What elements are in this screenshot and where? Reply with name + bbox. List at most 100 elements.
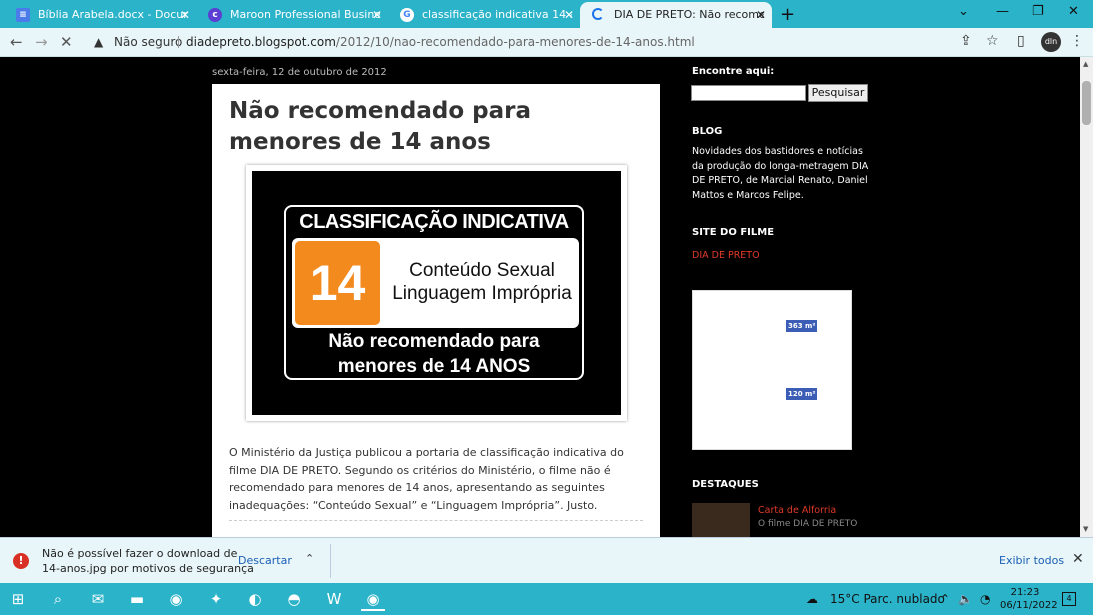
- tab-biblia-arabela[interactable]: ≡ Bíblia Arabela.docx - Documento ✕: [4, 2, 196, 28]
- clock-date: 06/11/2022: [1000, 600, 1058, 611]
- featured-heading: DESTAQUES: [692, 479, 759, 490]
- post-date: sexta-feira, 12 de outubro de 2012: [212, 67, 387, 78]
- side-panel-icon[interactable]: ▯: [1017, 33, 1025, 49]
- chrome-icon[interactable]: ◉: [164, 587, 188, 611]
- page-content: sexta-feira, 12 de outubro de 2012 Não r…: [0, 57, 1080, 537]
- back-icon[interactable]: ←: [10, 33, 23, 51]
- badge-footer: Não recomendado para: [328, 331, 540, 352]
- menu-kebab-icon[interactable]: ⋮: [1070, 33, 1084, 49]
- chevron-up-icon[interactable]: ⌃: [940, 583, 950, 615]
- close-icon[interactable]: ✕: [756, 2, 766, 28]
- profile-avatar[interactable]: dln: [1041, 32, 1061, 52]
- site-heading: SITE DO FILME: [692, 227, 775, 238]
- show-all-button[interactable]: Exibir todos: [999, 554, 1064, 567]
- featured-thumbnail[interactable]: [692, 503, 750, 537]
- download-message-line: 14-anos.jpg por motivos de segurança: [42, 562, 254, 575]
- download-message[interactable]: Não é possível fazer o download de 14-an…: [42, 546, 254, 576]
- blog-description: Novidades dos bastidores e notícias da p…: [692, 146, 869, 201]
- tab-classificacao[interactable]: G classificação indicativa 14 anos - ✕: [388, 2, 580, 28]
- tab-dia-de-preto[interactable]: DIA DE PRETO: Não recomendado ✕: [580, 2, 772, 28]
- post-body: O Ministério da Justiça publicou a porta…: [229, 446, 624, 512]
- download-message-line: Não é possível fazer o download de: [42, 547, 238, 560]
- close-icon[interactable]: ✕: [564, 2, 574, 28]
- weather-icon[interactable]: ☁: [806, 583, 818, 615]
- tab-strip: ≡ Bíblia Arabela.docx - Documento ✕ c Ma…: [0, 0, 1093, 28]
- search-input[interactable]: [691, 85, 806, 101]
- forward-icon[interactable]: →: [35, 33, 48, 51]
- tab-title: Bíblia Arabela.docx - Documento: [38, 8, 188, 21]
- file-explorer-icon[interactable]: ▬: [125, 587, 149, 611]
- content-descriptor: Conteúdo Sexual: [409, 260, 555, 281]
- new-tab-button[interactable]: +: [780, 4, 795, 25]
- notification-icon[interactable]: 4: [1062, 592, 1076, 606]
- featured-post-title[interactable]: Carta de Alforria: [758, 505, 836, 516]
- restore-button[interactable]: ❐: [1032, 4, 1044, 19]
- post-title[interactable]: Não recomendado para menores de 14 anos: [229, 96, 649, 158]
- url-path: /2012/10/nao-recomendado-para-menores-de…: [335, 35, 695, 49]
- map-widget[interactable]: 363 m² 120 m²: [692, 290, 852, 450]
- chrome-active-icon[interactable]: ◉: [361, 587, 385, 611]
- taskbar: ⊞ ⌕ ✉ ▬ ◉ ✦ ◐ ◓ W ◉ ☁ 15°C Parc. nublado…: [0, 583, 1093, 615]
- search-button[interactable]: Pesquisar: [808, 84, 868, 102]
- close-window-button[interactable]: ✕: [1068, 4, 1079, 19]
- browser-toolbar: ← → ✕ ▲ Não seguro diadepreto.blogspot.c…: [0, 28, 1093, 57]
- tab-search-icon[interactable]: ⌄: [958, 4, 969, 19]
- clock-time: 21:23: [1010, 587, 1040, 598]
- search-label: Encontre aqui:: [692, 66, 775, 77]
- weather-text[interactable]: 15°C Parc. nublado: [830, 583, 945, 615]
- tab-title: DIA DE PRETO: Não recomendado: [614, 8, 764, 21]
- security-label[interactable]: Não seguro: [114, 31, 182, 53]
- mail-icon[interactable]: ✉: [86, 587, 110, 611]
- close-icon[interactable]: ✕: [1072, 551, 1084, 567]
- badge-footer: menores de 14 ANOS: [337, 356, 531, 377]
- edge-icon[interactable]: ◓: [282, 587, 306, 611]
- warning-icon[interactable]: ▲: [94, 31, 103, 53]
- close-icon[interactable]: ✕: [180, 2, 190, 28]
- divider: [178, 36, 179, 48]
- rating-image[interactable]: CLASSIFICAÇÃO INDICATIVA 14 Conteúdo Sex…: [246, 165, 627, 421]
- rating-number: 14: [295, 241, 380, 325]
- download-bar: ! Não é possível fazer o download de 14-…: [0, 537, 1093, 583]
- bookmark-star-icon[interactable]: ☆: [986, 33, 999, 49]
- app-icon[interactable]: ✦: [204, 587, 228, 611]
- page-scrollbar[interactable]: ▲ ▼: [1080, 57, 1093, 537]
- google-icon: G: [400, 8, 414, 22]
- scroll-up-icon[interactable]: ▲: [1083, 60, 1088, 68]
- badge-heading: CLASSIFICAÇÃO INDICATIVA: [299, 211, 569, 233]
- scroll-thumb[interactable]: [1082, 81, 1091, 125]
- map-tag: 120 m²: [785, 387, 819, 401]
- tab-title: classificação indicativa 14 anos -: [422, 8, 572, 21]
- address-bar[interactable]: ▲ Não seguro diadepreto.blogspot.com/201…: [86, 31, 1006, 53]
- url-text[interactable]: diadepreto.blogspot.com/2012/10/nao-reco…: [186, 31, 695, 53]
- share-icon[interactable]: ⇪: [960, 33, 972, 49]
- tab-title: Maroon Professional Business Pa: [230, 8, 380, 21]
- error-icon: !: [13, 553, 29, 569]
- clock[interactable]: 21:23 06/11/2022: [1000, 586, 1058, 612]
- site-link[interactable]: DIA DE PRETO: [692, 250, 760, 261]
- discard-button[interactable]: Descartar: [238, 554, 292, 567]
- volume-icon[interactable]: 🔈: [958, 583, 973, 615]
- windows-start-icon[interactable]: ⊞: [6, 587, 30, 611]
- tab-maroon-business[interactable]: c Maroon Professional Business Pa ✕: [196, 2, 388, 28]
- post-divider: [229, 520, 643, 521]
- featured-post-snippet: O filme DIA DE PRETO: [758, 519, 858, 529]
- chevron-up-icon[interactable]: ⌃: [305, 552, 314, 565]
- blog-post: Não recomendado para menores de 14 anos …: [212, 84, 660, 537]
- stop-icon[interactable]: ✕: [60, 33, 73, 51]
- docs-icon: ≡: [16, 8, 30, 22]
- scroll-down-icon[interactable]: ▼: [1083, 525, 1088, 533]
- wifi-icon[interactable]: ◔: [980, 583, 990, 615]
- word-icon[interactable]: W: [322, 587, 346, 611]
- app-icon[interactable]: ◐: [243, 587, 267, 611]
- loading-icon: [592, 8, 604, 20]
- rating-badge: CLASSIFICAÇÃO INDICATIVA 14 Conteúdo Sex…: [284, 205, 584, 380]
- divider: [330, 544, 331, 578]
- url-host: diadepreto.blogspot.com: [186, 35, 336, 49]
- map-tag: 363 m²: [785, 319, 819, 333]
- canva-icon: c: [208, 8, 222, 22]
- search-icon[interactable]: ⌕: [46, 587, 70, 611]
- minimize-button[interactable]: —: [996, 4, 1009, 19]
- blog-heading: BLOG: [692, 126, 723, 137]
- badge-panel: 14 Conteúdo Sexual Linguagem Imprópria: [292, 238, 579, 328]
- close-icon[interactable]: ✕: [372, 2, 382, 28]
